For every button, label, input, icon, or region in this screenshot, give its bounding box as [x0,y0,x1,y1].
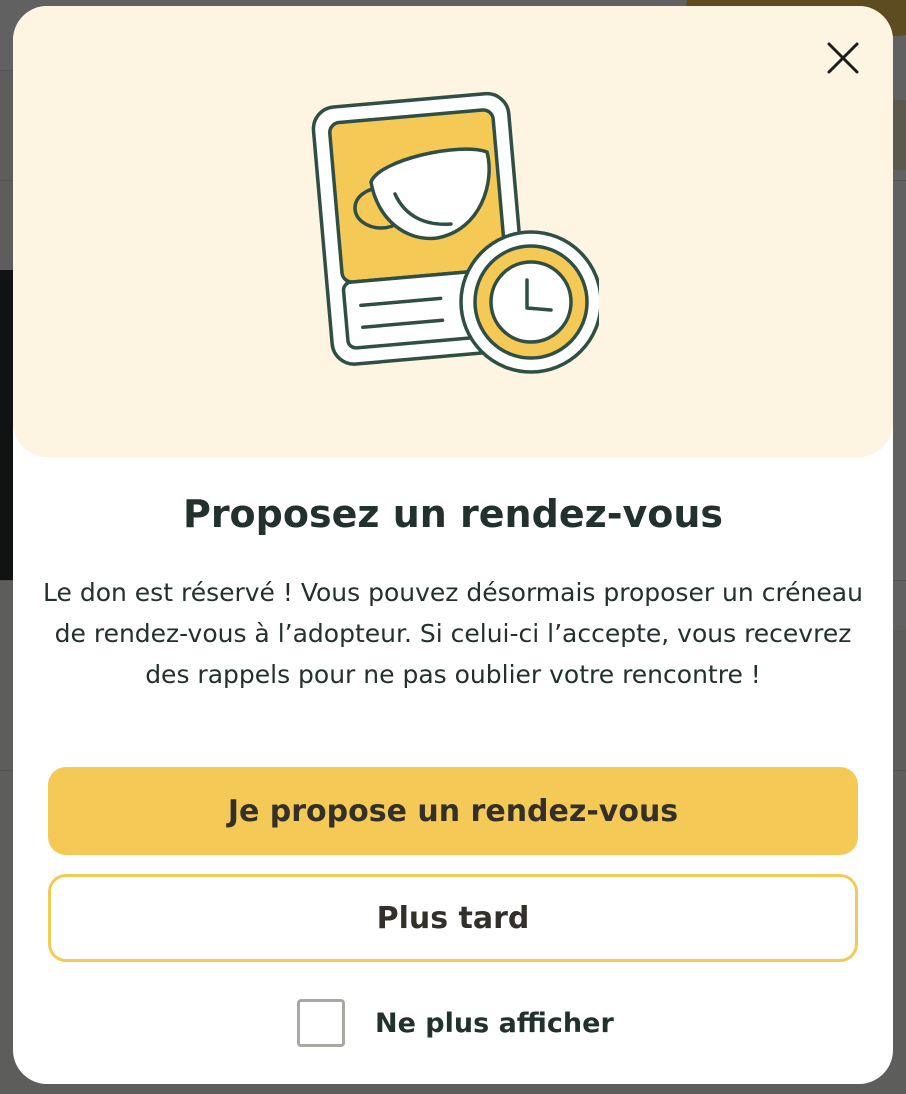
dont-show-again-checkbox[interactable] [297,999,345,1047]
coffee-cup-clock-icon [311,91,599,374]
close-button[interactable] [821,36,865,80]
dont-show-again-row[interactable]: Ne plus afficher [297,996,614,1050]
modal-hero [13,6,893,457]
appointment-modal: Proposez un rendez-vous Le don est réser… [13,6,893,1084]
modal-description: Le don est réservé ! Vous pouvez désorma… [43,578,863,689]
propose-appointment-button[interactable]: Je propose un rendez-vous [48,767,858,855]
close-icon [827,42,859,74]
dont-show-again-label: Ne plus afficher [375,1007,614,1039]
later-button[interactable]: Plus tard [48,874,858,962]
modal-title: Proposez un rendez-vous [182,492,724,536]
